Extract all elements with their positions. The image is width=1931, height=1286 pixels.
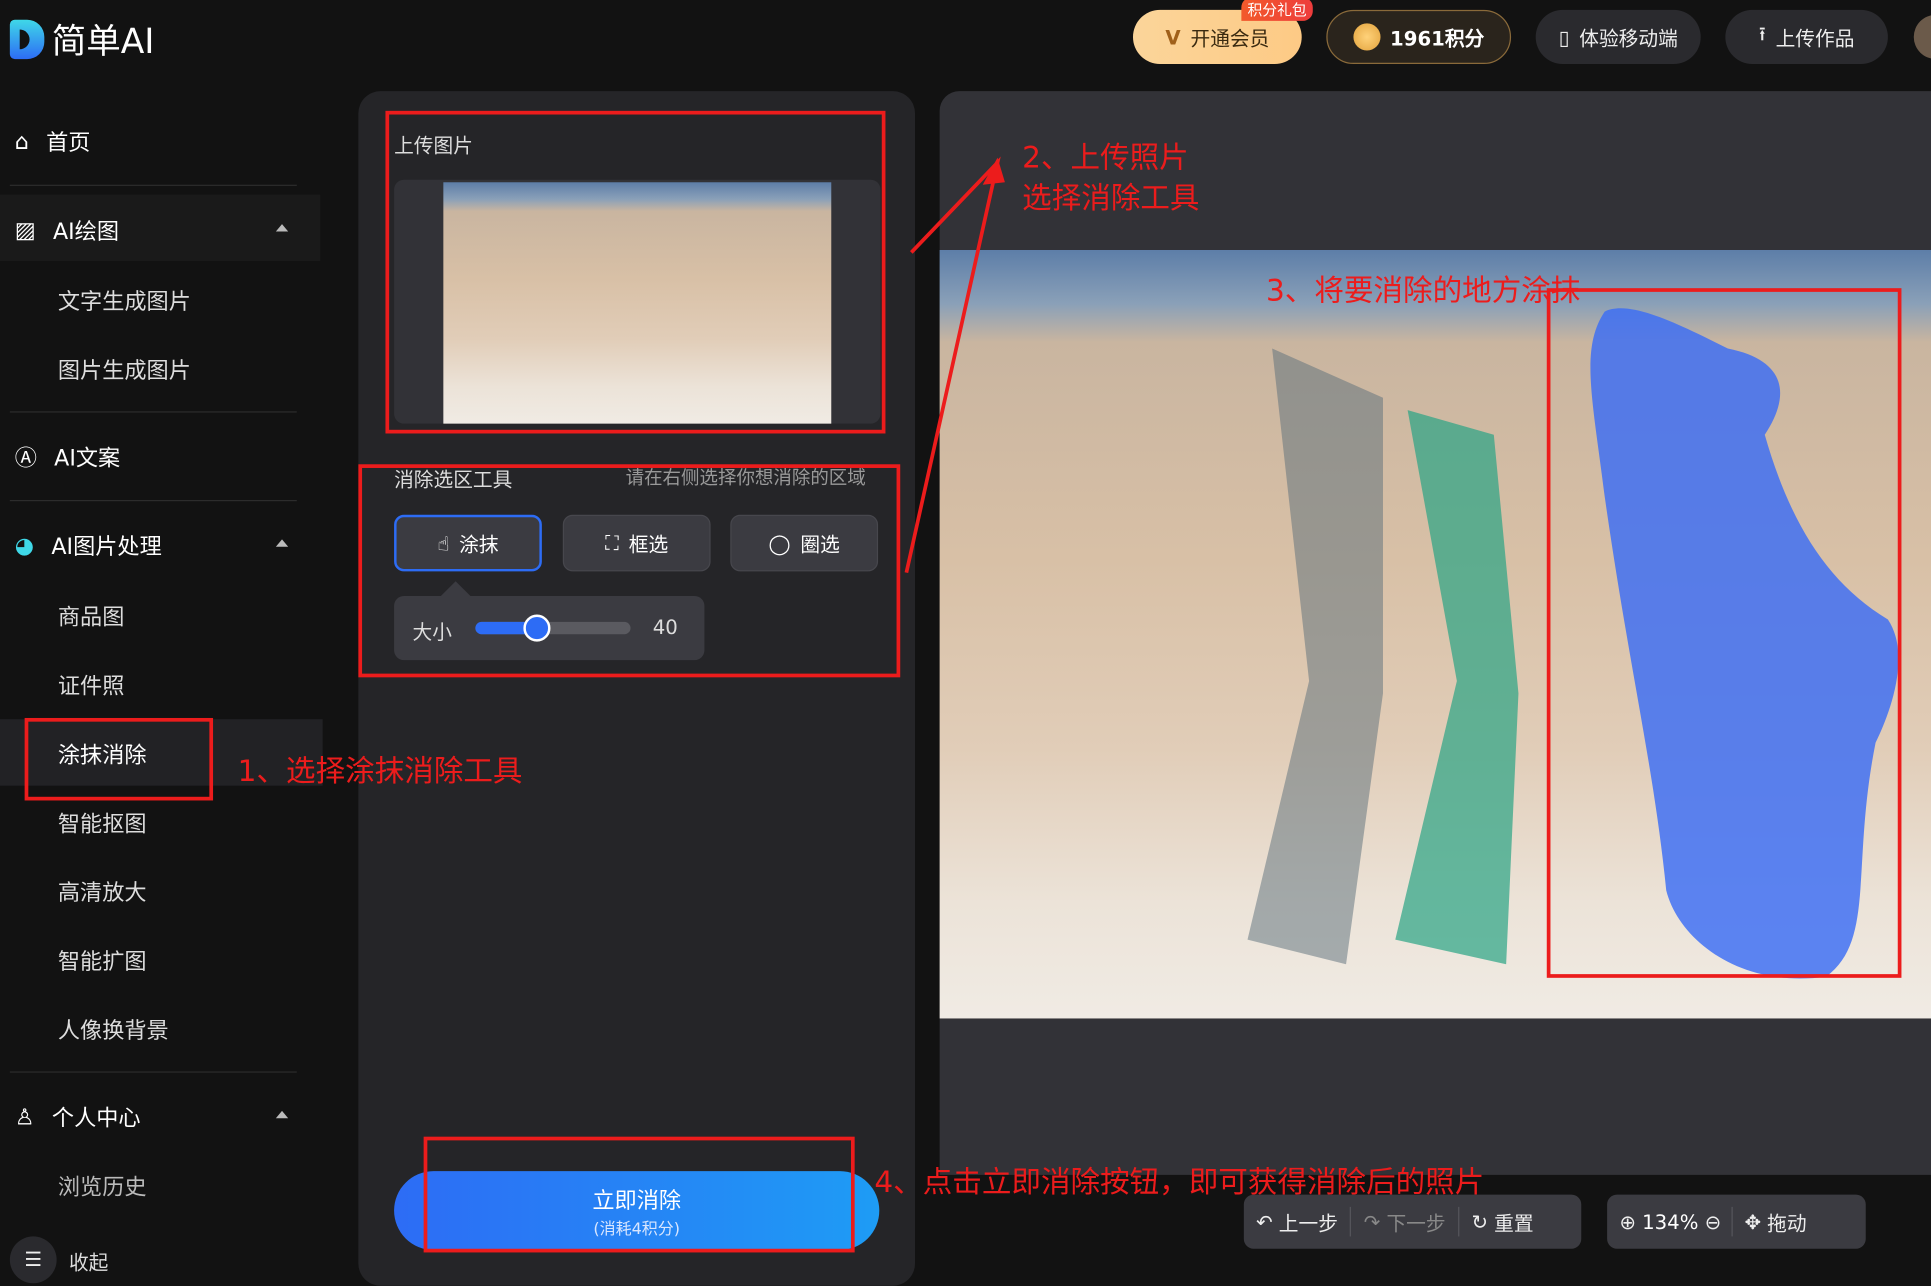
upload-label: 上传作品: [1775, 27, 1855, 51]
sidebar-item-text-to-image[interactable]: 文字生成图片: [58, 284, 191, 316]
zoom-toolbar: ⊕ 134% ⊖ ✥ 拖动: [1607, 1194, 1866, 1249]
annotation-step3: 3、将要消除的地方涂抹: [1265, 273, 1581, 308]
undo-button[interactable]: ↶ 上一步: [1244, 1207, 1350, 1237]
label: 下一步: [1386, 1211, 1446, 1236]
upload-icon: ⭱: [1758, 21, 1766, 45]
sidebar-item-ai-copy[interactable]: Ⓐ AI文案: [15, 441, 120, 473]
vip-icon: V: [1165, 25, 1181, 49]
move-icon: ✥: [1744, 1209, 1762, 1234]
divider: [9, 499, 297, 502]
label: AI文案: [54, 445, 121, 472]
sidebar-item-history[interactable]: 浏览历史: [58, 1170, 147, 1202]
mobile-label: 体验移动端: [1579, 27, 1678, 51]
sidebar-item-personal[interactable]: ♙ 个人中心: [15, 1101, 141, 1133]
annotation-box-sidebar: [24, 717, 214, 801]
coin-icon: [1353, 23, 1381, 51]
label: 首页: [46, 130, 91, 157]
divider: [9, 1071, 297, 1073]
avatar[interactable]: [1913, 14, 1931, 60]
annotation-box-erase: [423, 1136, 855, 1253]
gift-badge: 积分礼包: [1241, 0, 1313, 21]
zoom-level: 134%: [1642, 1209, 1699, 1234]
annotation-box-mask: [1546, 288, 1902, 978]
label: 重置: [1494, 1211, 1534, 1236]
sidebar-item-product[interactable]: 商品图: [58, 600, 125, 632]
sidebar-item-cutout[interactable]: 智能抠图: [58, 807, 147, 839]
image-icon: ▨: [14, 217, 36, 244]
annotation-arrow: [904, 156, 1005, 574]
user-icon: ♙: [14, 1104, 35, 1130]
annotation-step4: 4、点击立即消除按钮，即可获得消除后的照片: [874, 1165, 1485, 1200]
undo-icon: ↶: [1256, 1209, 1273, 1234]
reset-icon: ↻: [1471, 1209, 1488, 1234]
divider: [9, 184, 297, 186]
phone-icon: ▯: [1558, 25, 1570, 49]
label: 上一步: [1278, 1211, 1338, 1236]
sidebar-item-ai-draw[interactable]: ▨ AI绘图: [15, 214, 119, 246]
sidebar-item-bg-swap[interactable]: 人像换背景: [58, 1014, 169, 1046]
sidebar-item-id-photo[interactable]: 证件照: [58, 669, 125, 701]
points-button[interactable]: 1961积分: [1326, 9, 1512, 65]
sidebar-item-image-to-image[interactable]: 图片生成图片: [58, 353, 191, 385]
divider: [9, 411, 297, 413]
label: AI绘图: [52, 219, 120, 246]
redo-button[interactable]: ↷ 下一步: [1351, 1207, 1457, 1237]
logo[interactable]: 简单AI: [9, 15, 155, 64]
label: AI图片处理: [51, 534, 162, 561]
logo-icon: [9, 19, 45, 60]
sidebar-item-ai-image[interactable]: ◕ AI图片处理: [15, 530, 162, 562]
annotation-box-tools: [358, 464, 901, 678]
palette-icon: ◕: [14, 532, 35, 559]
label: 个人中心: [51, 1105, 141, 1132]
sidebar-item-expand[interactable]: 智能扩图: [58, 945, 147, 977]
annotation-step2-line1: 2、上传照片: [1022, 140, 1189, 175]
annotation-step2-line2: 选择消除工具: [1022, 181, 1200, 216]
zoom-out-icon[interactable]: ⊖: [1705, 1210, 1722, 1233]
sidebar-item-home[interactable]: ⌂ 首页: [15, 126, 91, 158]
redo-icon: ↷: [1363, 1209, 1381, 1234]
points-label: 1961积分: [1390, 27, 1485, 51]
zoom-in-icon[interactable]: ⊕: [1619, 1210, 1636, 1233]
mobile-button[interactable]: ▯ 体验移动端: [1535, 9, 1701, 65]
caret-up-icon[interactable]: [275, 539, 289, 547]
label: 拖动: [1767, 1211, 1807, 1236]
annotation-step1: 1、选择涂抹消除工具: [237, 753, 523, 789]
upload-work-button[interactable]: ⭱ 上传作品: [1725, 9, 1888, 65]
logo-text: 简单AI: [51, 20, 155, 62]
sidebar-item-upscale[interactable]: 高清放大: [58, 876, 147, 908]
drag-button[interactable]: ✥ 拖动: [1732, 1207, 1819, 1237]
caret-up-icon[interactable]: [275, 224, 289, 232]
annotation-box-upload: [385, 110, 886, 434]
ai-icon: Ⓐ: [14, 445, 37, 472]
reset-button[interactable]: ↻ 重置: [1459, 1207, 1546, 1237]
collapse-button[interactable]: 收起: [69, 1246, 108, 1276]
collapse-icon[interactable]: ☰: [9, 1236, 57, 1284]
home-icon: ⌂: [14, 128, 29, 155]
caret-up-icon[interactable]: [275, 1110, 289, 1119]
vip-label: 开通会员: [1190, 27, 1270, 51]
